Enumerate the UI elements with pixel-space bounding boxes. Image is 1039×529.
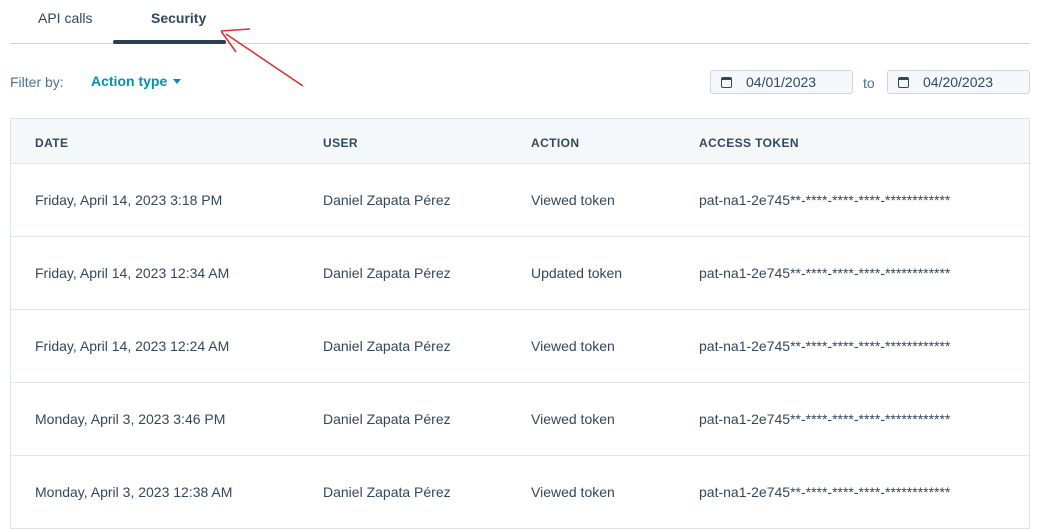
- cell-access-token: pat-na1-2e745**-****-****-****-*********…: [699, 338, 951, 354]
- cell-date: Friday, April 14, 2023 12:34 AM: [35, 265, 230, 281]
- cell-access-token: pat-na1-2e745**-****-****-****-*********…: [699, 265, 951, 281]
- calendar-icon: [898, 76, 909, 88]
- table-row: Monday, April 3, 2023 3:46 PM Daniel Zap…: [11, 383, 1029, 456]
- column-header-access-token[interactable]: ACCESS TOKEN: [699, 136, 799, 150]
- cell-date: Friday, April 14, 2023 12:24 AM: [35, 338, 230, 354]
- table-header: DATE USER ACTION ACCESS TOKEN: [11, 119, 1029, 164]
- table-row: Monday, April 3, 2023 12:38 AM Daniel Za…: [11, 456, 1029, 528]
- filter-label: Filter by:: [10, 74, 64, 90]
- security-activity-table: DATE USER ACTION ACCESS TOKEN Friday, Ap…: [10, 118, 1030, 529]
- cell-access-token: pat-na1-2e745**-****-****-****-*********…: [699, 411, 951, 427]
- tab-api-calls[interactable]: API calls: [38, 10, 92, 26]
- calendar-icon: [721, 76, 732, 88]
- tab-security[interactable]: Security: [151, 10, 206, 26]
- end-date-value: 04/20/2023: [923, 74, 994, 90]
- cell-user: Daniel Zapata Pérez: [323, 484, 451, 500]
- table-row: Friday, April 14, 2023 12:24 AM Daniel Z…: [11, 310, 1029, 383]
- cell-action: Viewed token: [531, 192, 615, 208]
- action-type-dropdown-label: Action type: [91, 73, 168, 89]
- column-header-user[interactable]: USER: [323, 136, 358, 150]
- table-row: Friday, April 14, 2023 12:34 AM Daniel Z…: [11, 237, 1029, 310]
- cell-action: Viewed token: [531, 338, 615, 354]
- end-date-input[interactable]: 04/20/2023: [887, 70, 1030, 94]
- cell-access-token: pat-na1-2e745**-****-****-****-*********…: [699, 192, 951, 208]
- column-header-action[interactable]: ACTION: [531, 136, 579, 150]
- start-date-value: 04/01/2023: [746, 74, 817, 90]
- cell-date: Friday, April 14, 2023 3:18 PM: [35, 192, 223, 208]
- cell-user: Daniel Zapata Pérez: [323, 265, 451, 281]
- active-tab-indicator: [113, 40, 226, 44]
- caret-down-icon: [173, 78, 182, 84]
- start-date-input[interactable]: 04/01/2023: [710, 70, 853, 94]
- cell-user: Daniel Zapata Pérez: [323, 192, 451, 208]
- date-range-separator: to: [863, 75, 875, 91]
- cell-date: Monday, April 3, 2023 12:38 AM: [35, 484, 233, 500]
- cell-user: Daniel Zapata Pérez: [323, 411, 451, 427]
- cell-user: Daniel Zapata Pérez: [323, 338, 451, 354]
- table-row: Friday, April 14, 2023 3:18 PM Daniel Za…: [11, 164, 1029, 237]
- cell-action: Viewed token: [531, 484, 615, 500]
- cell-action: Viewed token: [531, 411, 615, 427]
- cell-action: Updated token: [531, 265, 623, 281]
- cell-access-token: pat-na1-2e745**-****-****-****-*********…: [699, 484, 951, 500]
- cell-date: Monday, April 3, 2023 3:46 PM: [35, 411, 226, 427]
- action-type-dropdown[interactable]: Action type: [91, 73, 182, 89]
- tab-bar: API calls Security: [10, 0, 1030, 44]
- column-header-date[interactable]: DATE: [35, 136, 68, 150]
